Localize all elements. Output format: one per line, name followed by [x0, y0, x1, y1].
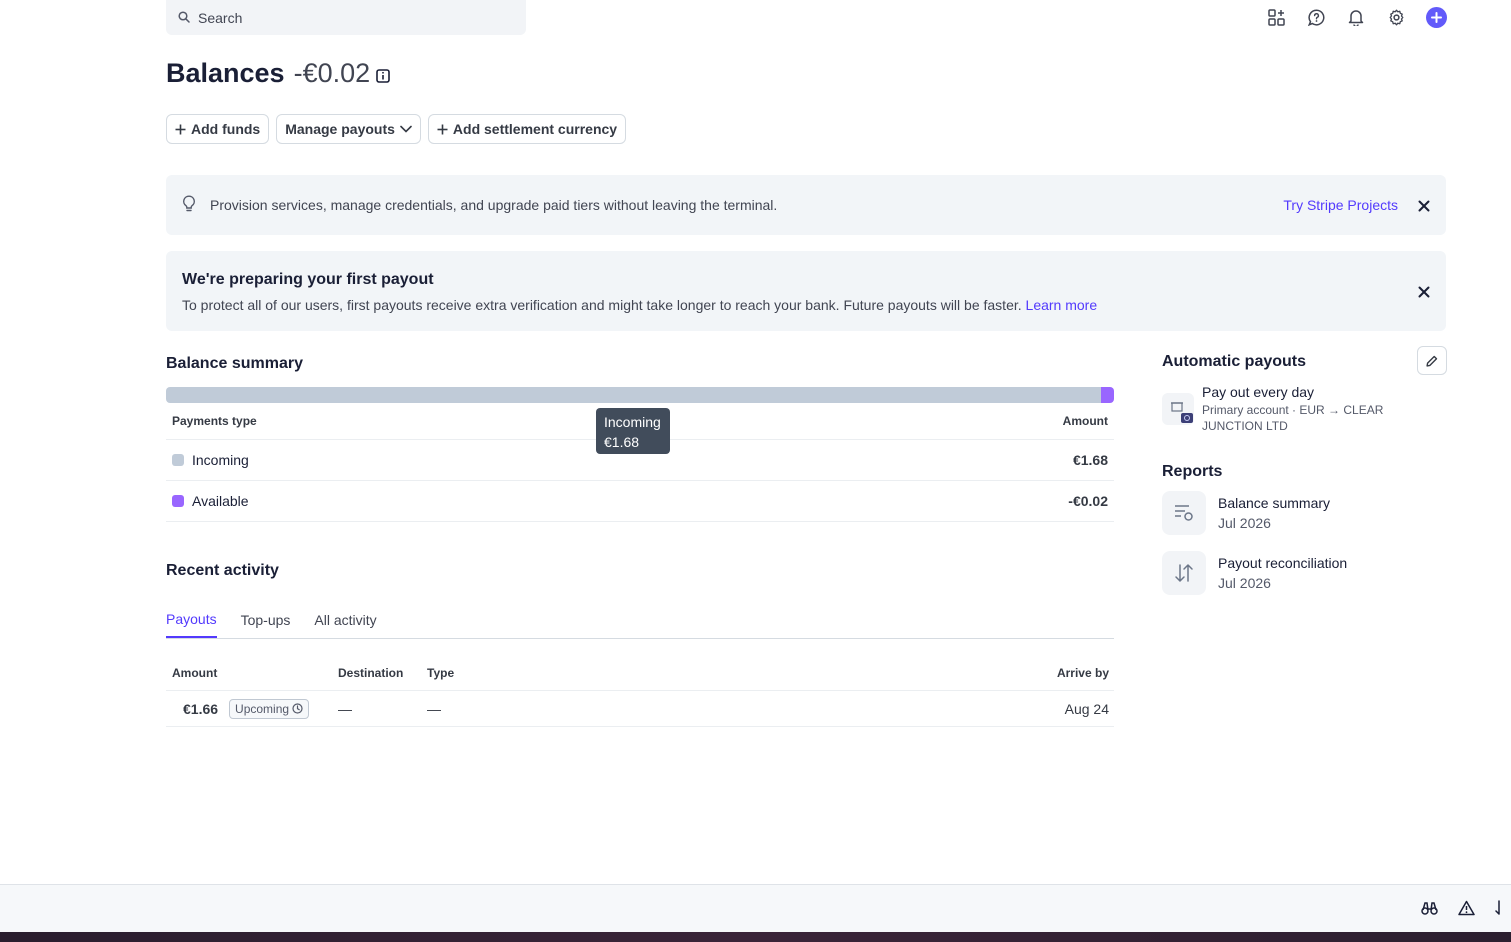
help-icon[interactable]	[1306, 6, 1326, 28]
pencil-icon	[1426, 355, 1438, 367]
notifications-icon[interactable]	[1346, 6, 1366, 28]
create-new-icon[interactable]	[1426, 6, 1447, 28]
table-row[interactable]: €1.66 Upcoming — — Aug 24	[166, 691, 1114, 727]
add-funds-button[interactable]: Add funds	[166, 114, 270, 144]
payout-type: —	[427, 700, 441, 717]
payout-arrive-by: Aug 24	[1064, 700, 1109, 717]
destination-column-header: Destination	[338, 666, 404, 680]
balance-bar[interactable]	[166, 387, 1114, 403]
tooltip-label: Incoming	[604, 414, 661, 430]
payout-account-text: Primary account · EUR → CLEAR JUNCTION L…	[1202, 403, 1384, 433]
recent-activity-title: Recent activity	[166, 562, 279, 579]
tab-all-activity[interactable]: All activity	[314, 600, 376, 638]
binoculars-icon[interactable]	[1421, 901, 1438, 920]
bottom-toolbar	[1421, 900, 1511, 921]
report-list-icon	[1162, 491, 1206, 535]
page-title: Balances	[166, 58, 285, 88]
balance-actions: Add funds Manage payouts Add settlement …	[166, 114, 627, 144]
arrow-down-icon[interactable]	[1495, 900, 1503, 921]
payouts-table: Amount Destination Type Arrive by €1.66 …	[166, 656, 1114, 727]
activity-tabs: Payouts Top-ups All activity	[166, 600, 1114, 639]
add-settlement-currency-label: Add settlement currency	[452, 121, 618, 137]
report-payout-reconciliation[interactable]: Payout reconciliation Jul 2026	[1162, 551, 1347, 595]
transfer-arrows-icon	[1162, 551, 1206, 595]
amount-column-header: Amount	[172, 666, 218, 680]
report-period: Jul 2026	[1218, 515, 1271, 531]
available-amount: -€0.02	[1068, 493, 1108, 509]
plus-icon	[175, 124, 186, 134]
available-swatch	[172, 495, 184, 507]
incoming-amount: €1.68	[1072, 452, 1108, 468]
close-icon[interactable]	[1418, 199, 1430, 212]
top-toolbar	[1266, 6, 1447, 28]
info-icon[interactable]	[376, 59, 390, 83]
settings-icon[interactable]	[1386, 6, 1406, 28]
table-header: Amount Destination Type Arrive by	[166, 656, 1114, 691]
tooltip-value: €1.68	[604, 434, 640, 450]
incoming-label: Incoming	[192, 452, 249, 468]
arrive-by-column-header: Arrive by	[1056, 666, 1109, 680]
bottom-bar	[0, 884, 1511, 932]
lightbulb-icon	[182, 194, 196, 216]
warning-icon[interactable]	[1458, 900, 1475, 921]
close-icon[interactable]	[1418, 285, 1430, 298]
reports-title: Reports	[1162, 463, 1223, 480]
report-name: Balance summary	[1218, 495, 1331, 511]
payout-schedule-text: Pay out every day	[1202, 384, 1315, 400]
search-input[interactable]: Search	[166, 0, 526, 35]
manage-payouts-label: Manage payouts	[285, 121, 395, 137]
bank-icon	[1162, 393, 1194, 425]
incoming-swatch	[172, 454, 184, 466]
total-balance: -€0.02	[294, 58, 391, 89]
first-payout-banner: We're preparing your first payout To pro…	[166, 251, 1446, 331]
balance-summary-title: Balance summary	[166, 355, 303, 372]
table-row: Available -€0.02	[166, 481, 1114, 522]
available-label: Available	[192, 493, 249, 509]
add-settlement-currency-button[interactable]: Add settlement currency	[427, 114, 627, 144]
payout-destination: —	[338, 700, 352, 717]
os-taskbar	[0, 932, 1511, 942]
search-placeholder: Search	[198, 9, 243, 26]
tab-top-ups[interactable]: Top-ups	[241, 600, 291, 638]
payout-schedule: Pay out every day Primary account · EUR …	[1162, 384, 1434, 434]
manage-payouts-button[interactable]: Manage payouts	[276, 114, 421, 144]
projects-banner: Provision services, manage credentials, …	[166, 175, 1446, 235]
type-column-header: Type	[427, 666, 455, 680]
search-icon	[178, 10, 198, 26]
learn-more-link[interactable]: Learn more	[1026, 297, 1098, 313]
projects-banner-text: Provision services, manage credentials, …	[210, 197, 778, 213]
report-name: Payout reconciliation	[1218, 555, 1348, 571]
first-payout-title: We're preparing your first payout	[182, 271, 434, 288]
payout-amount: €1.66	[183, 700, 219, 717]
plus-icon	[437, 124, 448, 134]
incoming-bar-segment[interactable]	[166, 387, 1101, 403]
chevron-down-icon	[400, 125, 412, 133]
payments-type-header: Payments type	[172, 414, 257, 428]
status-badge: Upcoming	[229, 698, 310, 719]
edit-payouts-button[interactable]	[1417, 346, 1447, 375]
amount-header: Amount	[1062, 414, 1108, 428]
report-balance-summary[interactable]: Balance summary Jul 2026	[1162, 491, 1330, 535]
page-header: Balances -€0.02	[166, 58, 390, 89]
report-period: Jul 2026	[1218, 575, 1271, 591]
add-funds-label: Add funds	[191, 121, 261, 137]
apps-icon[interactable]	[1266, 6, 1286, 28]
automatic-payouts-title: Automatic payouts	[1162, 353, 1307, 370]
balance-tooltip: Incoming €1.68	[596, 408, 670, 454]
try-stripe-projects-link[interactable]: Try Stripe Projects	[1283, 197, 1398, 213]
tab-payouts[interactable]: Payouts	[166, 600, 217, 638]
clock-icon	[292, 703, 303, 714]
first-payout-text: To protect all of our users, first payou…	[182, 297, 1098, 313]
available-bar-segment[interactable]	[1100, 387, 1114, 403]
